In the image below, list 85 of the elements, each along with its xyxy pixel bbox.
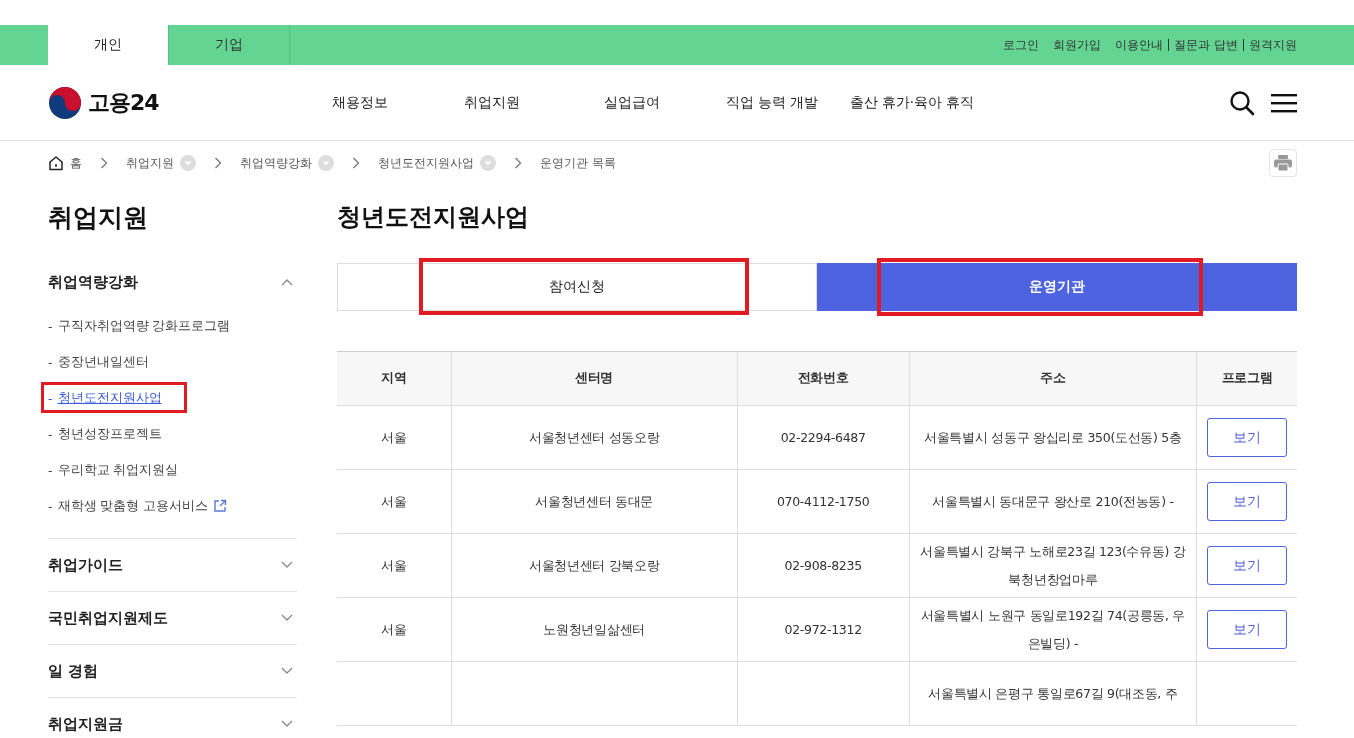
top-link[interactable]: 원격지원	[1249, 36, 1297, 54]
user-type-tab[interactable]: 개인	[48, 25, 169, 65]
table-cell: 02-908-8235	[737, 533, 910, 598]
list-dash: -	[48, 390, 53, 406]
table-cell: 02-972-1312	[737, 597, 910, 662]
table-cell: 02-2294-6487	[737, 405, 910, 470]
list-dash: -	[48, 318, 53, 334]
table-cell: 노원청년일삶센터	[451, 597, 738, 662]
sidebar-group[interactable]: 취업지원금	[48, 698, 297, 738]
print-button[interactable]	[1269, 149, 1297, 177]
nav-link[interactable]: 취업지원	[422, 93, 562, 112]
sidebar-group[interactable]: 취업가이드	[48, 539, 297, 591]
table-cell: 서울	[337, 597, 452, 662]
view-button[interactable]: 보기	[1207, 546, 1287, 585]
table-cell: 서울특별시 강북구 노해로23길 123(수유동) 강북청년창업마루	[909, 533, 1197, 598]
breadcrumb-link[interactable]: 홈	[70, 154, 82, 172]
nav-link[interactable]: 실업급여	[562, 93, 702, 112]
column-header: 전화번호	[737, 351, 910, 406]
top-link[interactable]: 로그인	[1003, 36, 1040, 54]
chevron-icon	[281, 561, 293, 569]
list-dash: -	[48, 462, 53, 478]
top-link[interactable]: 이용안내	[1115, 36, 1164, 54]
list-dash: -	[48, 498, 53, 514]
logo-text[interactable]: 고용24	[88, 87, 159, 118]
sidebar-link[interactable]: 청년성장프로젝트	[57, 425, 162, 443]
dropdown-icon	[180, 155, 196, 171]
table-cell: 서울청년센터 성동오랑	[451, 405, 738, 470]
tab[interactable]: 참여신청	[337, 263, 817, 311]
sidebar-link[interactable]: 구직자취업역량 강화프로그램	[57, 317, 231, 335]
user-type-tab[interactable]: 기업	[169, 25, 290, 65]
sidebar-group[interactable]: 일 경험	[48, 645, 297, 697]
sidebar-title: 취업지원	[48, 202, 149, 234]
column-header: 지역	[337, 351, 452, 406]
nav-link[interactable]: 채용정보	[332, 93, 422, 112]
menu-icon	[1271, 92, 1297, 113]
table-cell: 서울청년센터 동대문	[451, 469, 738, 534]
view-button[interactable]: 보기	[1207, 610, 1287, 649]
breadcrumb-link[interactable]: 취업역량강화	[240, 154, 312, 172]
sidebar-link[interactable]: 재학생 맞춤형 고용서비스	[57, 497, 209, 515]
list-dash: -	[48, 426, 53, 442]
dropdown-icon	[318, 155, 334, 171]
printer-icon	[1274, 155, 1292, 171]
sidebar-group[interactable]: 국민취업지원제도	[48, 592, 297, 644]
chevron-icon	[281, 720, 293, 728]
column-header: 주소	[909, 351, 1197, 406]
view-button[interactable]: 보기	[1207, 482, 1287, 521]
home-icon	[48, 155, 64, 171]
chevron-icon	[281, 278, 293, 286]
table-cell: 서울특별시 은평구 통일로67길 9(대조동, 주	[909, 661, 1197, 726]
table-cell: 서울특별시 동대문구 왕산로 210(전농동) -	[909, 469, 1197, 534]
chevron-icon	[281, 667, 293, 675]
top-link[interactable]: 회원가입	[1053, 36, 1102, 54]
chevron-right-icon	[352, 157, 360, 169]
table-cell: 서울	[337, 533, 452, 598]
breadcrumb-link[interactable]: 청년도전지원사업	[378, 154, 474, 172]
view-button[interactable]: 보기	[1207, 418, 1287, 457]
breadcrumb-link[interactable]: 취업지원	[126, 154, 174, 172]
sidebar-link[interactable]: 청년도전지원사업	[57, 389, 162, 407]
table-cell: 서울특별시 노원구 동일로192길 74(공릉동, 우은빌딩) -	[909, 597, 1197, 662]
table-cell: 서울청년센터 강북오랑	[451, 533, 738, 598]
menu-button[interactable]	[1271, 92, 1297, 113]
search-button[interactable]	[1229, 89, 1255, 116]
top-link[interactable]: 질문과 답변	[1174, 36, 1238, 54]
sidebar-link[interactable]: 중장년내일센터	[57, 353, 149, 371]
tab[interactable]: 운영기관	[817, 263, 1297, 311]
sidebar-group[interactable]: 취업역량강화	[48, 256, 297, 308]
column-header: 센터명	[451, 351, 738, 406]
dropdown-icon	[480, 155, 496, 171]
nav-link[interactable]: 출산 휴가·육아 휴직	[842, 93, 982, 112]
chevron-right-icon	[100, 157, 108, 169]
chevron-right-icon	[514, 157, 522, 169]
breadcrumb-link[interactable]: 운영기관 목록	[540, 154, 616, 172]
table-cell: 서울	[337, 405, 452, 470]
logo-icon	[48, 85, 82, 120]
table-cell: 서울특별시 성동구 왕십리로 350(도선동) 5층	[909, 405, 1197, 470]
chevron-icon	[281, 614, 293, 622]
sidebar-link[interactable]: 우리학교 취업지원실	[57, 461, 179, 479]
nav-link[interactable]: 직업 능력 개발	[702, 93, 842, 112]
list-dash: -	[48, 354, 53, 370]
chevron-right-icon	[214, 157, 222, 169]
table-cell: 서울	[337, 469, 452, 534]
table-cell: 070-4112-1750	[737, 469, 910, 534]
column-header: 프로그램	[1196, 351, 1297, 406]
search-icon	[1229, 89, 1255, 116]
page-title: 청년도전지원사업	[337, 202, 530, 233]
